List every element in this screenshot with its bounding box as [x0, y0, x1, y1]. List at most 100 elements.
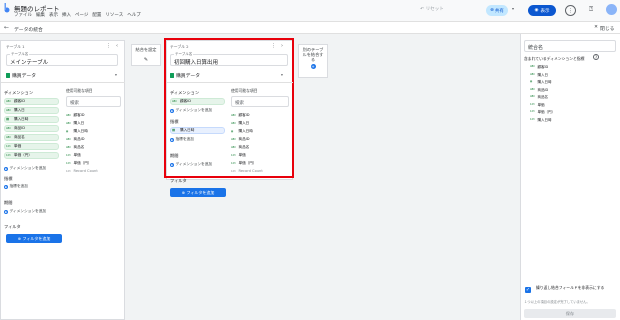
configure-join-button[interactable]: 結合を設定 ✎ [131, 44, 161, 66]
field-label: 購入日時 [537, 117, 552, 122]
available-field[interactable]: ABC 購入日 [66, 121, 84, 126]
table-1-dimensions-header: ディメンション [4, 90, 34, 95]
available-field[interactable]: ABC 商品名 [66, 145, 84, 150]
table-2-add-date-dimension[interactable]: + ディメンションを追加 [170, 162, 212, 167]
table-2-add-metric[interactable]: + 指標を追加 [170, 137, 194, 142]
help-icon[interactable]: ? [593, 54, 599, 60]
menu-item[interactable]: ページ [75, 12, 88, 18]
field-type-icon: ABC [231, 114, 236, 117]
table-2-add-filter-button[interactable]: ⊕ フィルタを追加 [170, 188, 226, 197]
more-options-icon[interactable]: ⋮ [565, 5, 576, 16]
table-1-name-field[interactable]: テーブル名 メインテーブル [6, 52, 118, 66]
menu-item[interactable]: 編集 [36, 12, 45, 18]
table-1-source[interactable]: 購買データ [6, 72, 36, 79]
available-field[interactable]: 123 Record Count [231, 169, 263, 173]
available-field[interactable]: 123 単価 [231, 153, 246, 158]
field-type-icon: 123 [530, 117, 535, 121]
included-field: ABC 顧客ID [530, 65, 548, 70]
field-type-icon: ▦ [530, 80, 533, 83]
available-field[interactable]: 123 単価（円） [66, 161, 91, 166]
available-field[interactable]: 123 単価（円） [231, 161, 256, 166]
available-field[interactable]: 123 単価 [66, 153, 81, 158]
table-1-add-filter-button[interactable]: ⊕ フィルタを追加 [6, 234, 62, 243]
menu-item[interactable]: 挿入 [62, 12, 71, 18]
table-2-expand-icon[interactable]: › [281, 43, 283, 49]
field-type-icon: 123 [231, 154, 236, 157]
field-label: 商品ID [73, 137, 85, 141]
field-type-icon: 123 [66, 169, 71, 173]
share-menu-chevron-icon[interactable]: ▾ [512, 6, 514, 11]
field-label: 単価 [537, 102, 545, 107]
metric-chip[interactable]: 購入日時 [170, 127, 225, 134]
dimension-chip[interactable]: 購入日時 [4, 116, 59, 123]
field-label: 顧客ID [238, 113, 250, 117]
blend-name-input[interactable]: 統合名 [524, 40, 616, 52]
table-2-source[interactable]: 購買データ [170, 72, 200, 79]
avatar[interactable] [606, 4, 617, 15]
back-arrow-icon[interactable]: ← [4, 24, 9, 31]
available-field[interactable]: ▦ 購入日時 [231, 129, 253, 134]
reset-icon: ↶ [420, 6, 424, 12]
dimension-chip[interactable]: 商品ID [4, 125, 59, 132]
add-table-button[interactable]: 別のテーブルを結合する + [298, 44, 328, 78]
table-2-more-icon[interactable]: ⋮ [271, 43, 276, 49]
available-field[interactable]: ABC 顧客ID [231, 113, 250, 118]
share-button[interactable]: ⊕ 共有 [486, 5, 508, 16]
table-2-add-dimension[interactable]: + ディメンションを追加 [170, 108, 212, 113]
dimension-chip[interactable]: 顧客ID [4, 98, 59, 105]
table-2-name: 初回購入日算出用 [174, 60, 219, 66]
add-person-icon: ⊕ [490, 8, 494, 13]
menu-item[interactable]: ヘルプ [127, 12, 141, 18]
available-field[interactable]: ABC 顧客ID [66, 113, 85, 118]
table-1-collapse-icon[interactable]: ‹ [116, 43, 118, 49]
table-1-add-dimension[interactable]: + ディメンションを追加 [4, 166, 46, 171]
field-label: 購入日 [537, 72, 549, 77]
field-label: 商品ID [537, 87, 549, 92]
close-button[interactable]: ✕ 閉じる [594, 25, 614, 32]
table-1-name: メインテーブル [10, 60, 49, 66]
menu-item[interactable]: リソース [105, 12, 123, 18]
available-field[interactable]: 123 Record Count [66, 169, 98, 173]
table-2-search-input[interactable]: 検索 [231, 96, 289, 107]
table-1-add-metric[interactable]: + 指標を追加 [4, 184, 28, 189]
included-field: 123 単価（円） [530, 110, 555, 115]
save-button[interactable]: 保存 [524, 309, 616, 318]
included-fields-header: 含まれているディメンションと指標 [524, 56, 585, 61]
hide-duplicate-fields-checkbox[interactable]: ✓ [525, 287, 531, 293]
menu-item[interactable]: 表示 [49, 12, 58, 18]
included-field: ABC 商品ID [530, 88, 548, 93]
dimension-chip[interactable]: 顧客ID [170, 98, 225, 105]
available-field[interactable]: ABC 商品ID [66, 137, 85, 142]
available-field[interactable]: ABC 商品名 [231, 145, 249, 150]
field-type-icon: 123 [530, 102, 535, 106]
dimension-chip[interactable]: 商品名 [4, 134, 59, 141]
dimension-chip[interactable]: 単価 [4, 143, 59, 150]
reset-button[interactable]: ↶ リセット [420, 6, 444, 13]
table-1-search-input[interactable]: 検索 [66, 96, 121, 107]
table-2-name-field[interactable]: テーブル名 初回購入日算出用 [170, 52, 288, 66]
source-chevron-down-icon[interactable]: ▾ [281, 72, 283, 77]
source-chevron-down-icon[interactable]: ▾ [115, 72, 117, 77]
hide-duplicate-fields-label: 繰り返し結合フィールドを非表示にする [536, 285, 605, 290]
view-button[interactable]: ◉ 表示 [528, 5, 556, 16]
field-label: 購入日時 [238, 129, 253, 133]
table-1-metrics-header: 指標 [4, 176, 13, 181]
available-field[interactable]: ▦ 購入日時 [66, 129, 88, 134]
included-field: ABC 商品名 [530, 95, 548, 100]
table-1-date-range-header: 期間 [4, 200, 13, 205]
table-1-add-date-dimension[interactable]: + ディメンションを追加 [4, 209, 46, 214]
sheets-icon [170, 73, 174, 78]
top-bar: 無題のレポート ファイル 編集 表示 挿入 ページ 配置 リソース ヘルプ ↶ リセット ⊕ 共有… [0, 0, 620, 22]
dimension-chip[interactable]: 単価（円） [4, 152, 59, 159]
available-field[interactable]: ABC 商品ID [231, 137, 250, 142]
help-icon[interactable]: ⍰ [589, 5, 593, 14]
menu-item[interactable]: ファイル [14, 12, 32, 18]
field-type-icon: 123 [66, 154, 71, 157]
included-field: 123 購入日時 [530, 118, 552, 123]
available-field[interactable]: ABC 購入日 [231, 121, 249, 126]
included-field: 123 単価 [530, 103, 545, 108]
menu-item[interactable]: 配置 [92, 12, 101, 18]
sheets-icon [6, 73, 10, 78]
table-1-more-icon[interactable]: ⋮ [106, 43, 111, 49]
dimension-chip[interactable]: 購入日 [4, 107, 59, 114]
